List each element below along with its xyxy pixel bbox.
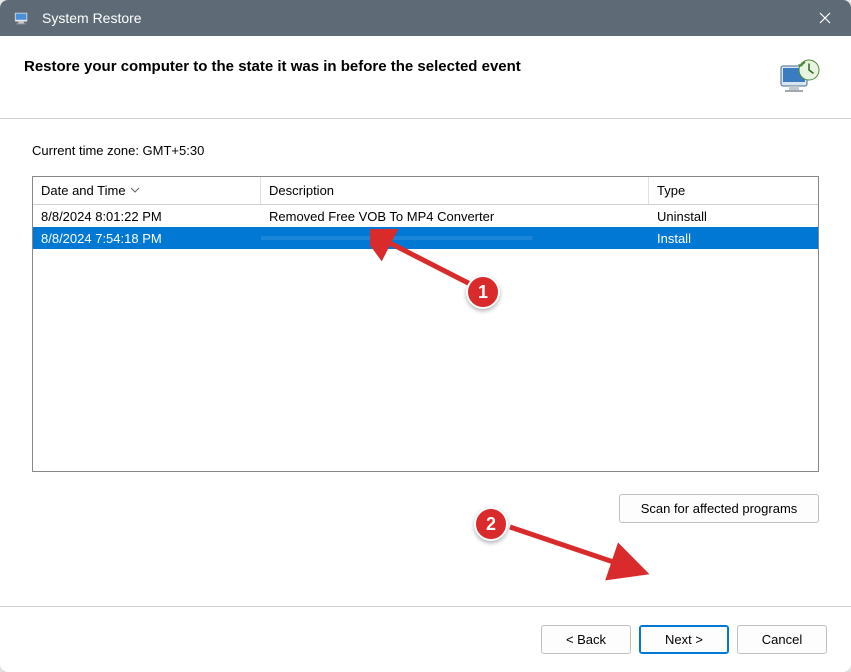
cell-type: Install: [649, 229, 818, 248]
table-row[interactable]: [33, 359, 818, 381]
table-row[interactable]: [33, 447, 818, 469]
table-row[interactable]: 8/8/2024 8:01:22 PM Removed Free VOB To …: [33, 205, 818, 227]
table-body: 8/8/2024 8:01:22 PM Removed Free VOB To …: [33, 205, 818, 471]
timezone-label: Current time zone: GMT+5:30: [32, 143, 819, 158]
wizard-footer: < Back Next > Cancel: [0, 606, 851, 672]
scan-row: Scan for affected programs: [32, 494, 819, 523]
table-row[interactable]: [33, 315, 818, 337]
sort-desc-icon: [130, 185, 140, 196]
window-title: System Restore: [42, 10, 803, 26]
table-row[interactable]: 8/8/2024 7:54:18 PM Install: [33, 227, 818, 249]
titlebar: System Restore: [0, 0, 851, 36]
column-label: Type: [657, 183, 685, 198]
annotation-arrow-2: [498, 515, 658, 588]
table-row[interactable]: [33, 271, 818, 293]
restore-icon: [777, 56, 821, 100]
cell-description: Removed Free VOB To MP4 Converter: [261, 207, 649, 226]
table-row[interactable]: [33, 425, 818, 447]
wizard-header: Restore your computer to the state it wa…: [0, 36, 851, 119]
close-button[interactable]: [803, 3, 847, 33]
column-date-time[interactable]: Date and Time: [33, 177, 261, 204]
system-restore-window: System Restore Restore your computer to …: [0, 0, 851, 672]
table-row[interactable]: [33, 337, 818, 359]
scan-affected-button[interactable]: Scan for affected programs: [619, 494, 819, 523]
cancel-button[interactable]: Cancel: [737, 625, 827, 654]
column-type[interactable]: Type: [649, 177, 818, 204]
wizard-heading: Restore your computer to the state it wa…: [24, 56, 777, 75]
restore-points-table: Date and Time Description Type 8/8/2024 …: [32, 176, 819, 472]
table-header: Date and Time Description Type: [33, 177, 818, 205]
cell-description: [261, 236, 649, 240]
cell-datetime: 8/8/2024 7:54:18 PM: [33, 229, 261, 248]
cell-type: Uninstall: [649, 207, 818, 226]
table-row[interactable]: [33, 249, 818, 271]
table-row[interactable]: [33, 293, 818, 315]
back-button[interactable]: < Back: [541, 625, 631, 654]
column-label: Description: [269, 183, 334, 198]
column-label: Date and Time: [41, 183, 126, 198]
table-row[interactable]: [33, 381, 818, 403]
cell-datetime: 8/8/2024 8:01:22 PM: [33, 207, 261, 226]
app-icon: [12, 8, 32, 28]
content-area: Current time zone: GMT+5:30 Date and Tim…: [0, 119, 851, 606]
next-button[interactable]: Next >: [639, 625, 729, 654]
table-row[interactable]: [33, 403, 818, 425]
column-description[interactable]: Description: [261, 177, 649, 204]
